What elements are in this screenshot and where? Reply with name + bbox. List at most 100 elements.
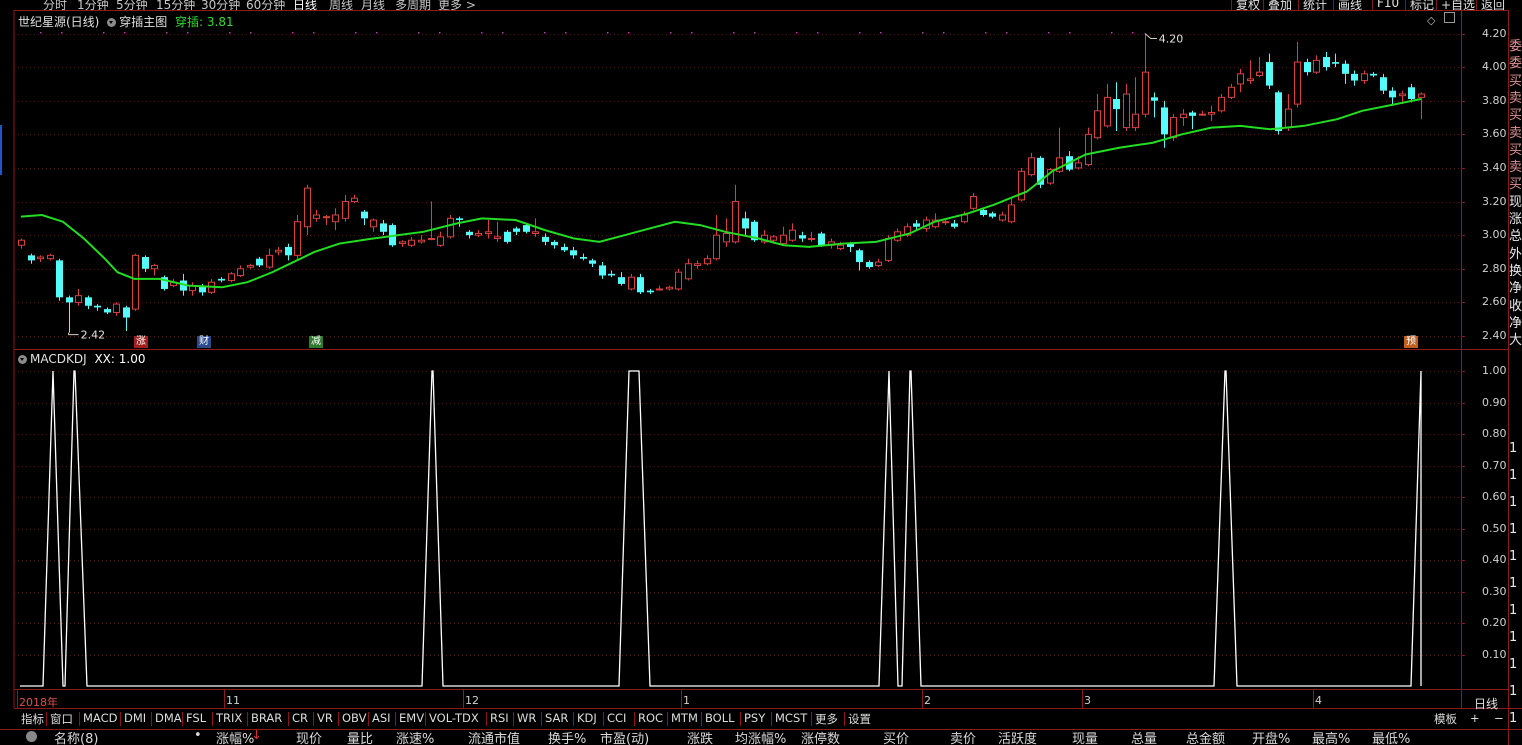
dropdown-icon[interactable]	[18, 355, 27, 364]
column-header-7[interactable]: 换手%	[548, 730, 586, 745]
column-header-18[interactable]: 开盘%	[1252, 730, 1290, 745]
sub-tick-label: 0.10	[1482, 647, 1507, 661]
tab-separator	[288, 712, 289, 726]
indicator-tab-3[interactable]: DMI	[122, 711, 148, 727]
indicator-tab-14[interactable]: RSI	[488, 711, 511, 727]
candle-body-up	[1361, 73, 1368, 82]
indicator-tab-18[interactable]: CCI	[605, 711, 628, 727]
right-quote-panel: 委委买卖买卖买卖买现涨总外换净收净大11111111111	[1509, 10, 1522, 745]
column-header-9[interactable]: 涨跌	[687, 730, 713, 745]
column-header-20[interactable]: 最低%	[1372, 730, 1410, 745]
column-header-15[interactable]: 现量	[1072, 730, 1098, 745]
indicator-tab-6[interactable]: TRIX	[214, 711, 244, 727]
indicator-tab-21[interactable]: BOLL	[703, 711, 737, 727]
candle-body-down	[504, 231, 511, 242]
column-header-0[interactable]: 名称(8)	[54, 730, 98, 745]
indicator-tab-24[interactable]: 更多	[813, 711, 840, 727]
indicator-tab-5[interactable]: FSL	[184, 711, 208, 727]
indicator-tab-11[interactable]: ASI	[370, 711, 393, 727]
candle-body-up	[1142, 71, 1149, 115]
column-header-16[interactable]: 总量	[1131, 730, 1157, 745]
column-header-14[interactable]: 活跃度	[998, 730, 1037, 745]
column-header-6[interactable]: 流通市值	[468, 730, 520, 745]
template-button[interactable]: 模板	[1432, 711, 1459, 727]
indicator-tab-8[interactable]: CR	[290, 711, 310, 727]
candle-body-up	[132, 254, 139, 310]
column-header-2[interactable]: 涨幅%	[216, 730, 254, 745]
sub-indicator-name[interactable]: MACDKDJ	[30, 352, 87, 366]
event-marker[interactable]: 涨	[134, 336, 148, 348]
indicator-tab-bar: 指标 窗口 MACD DMI DMA FSL TRIX BRAR CR VR OBV ASI EMV VO…	[0, 709, 1522, 729]
column-header-17[interactable]: 总金额	[1186, 730, 1225, 745]
candle-body-up	[1008, 204, 1015, 223]
price-tick-label: 3.40	[1482, 160, 1507, 174]
quote-panel-char: 买	[1509, 142, 1522, 158]
column-header-3[interactable]: 现价	[296, 730, 322, 745]
candle-body-up	[313, 214, 320, 219]
sort-down-icon[interactable]: ↓	[251, 730, 262, 743]
indicator-tab-23[interactable]: MCST	[773, 711, 809, 727]
add-template-button[interactable]: +	[1468, 711, 1482, 727]
column-header-11[interactable]: 涨停数	[801, 730, 840, 745]
indicator-tab-13[interactable]: VOL-TDX	[427, 711, 481, 727]
indicator-tab-25[interactable]: 设置	[846, 711, 873, 727]
quote-panel-char: 涨	[1509, 212, 1522, 227]
indicator-tab-20[interactable]: MTM	[669, 711, 700, 727]
dot-marker	[1069, 32, 1071, 34]
column-header-10[interactable]: 均涨幅%	[735, 730, 786, 745]
candle-body-up	[437, 236, 444, 246]
indicator-tab-16[interactable]: SAR	[543, 711, 570, 727]
event-marker[interactable]: 财	[197, 336, 211, 348]
indicator-tab-17[interactable]: KDJ	[575, 711, 599, 727]
quote-panel-char: 买	[1509, 177, 1522, 193]
indicator-tab-12[interactable]: EMV	[397, 711, 426, 727]
indicator-tab-15[interactable]: WR	[515, 711, 538, 727]
dot-marker	[313, 32, 315, 34]
candle-body-down	[104, 309, 111, 313]
candle-body-down	[256, 258, 263, 266]
indicator-tab-10[interactable]: OBV	[340, 711, 368, 727]
price-tick-label: 3.60	[1482, 127, 1507, 141]
column-header-12[interactable]: 买价	[883, 730, 909, 745]
candle-body-up	[628, 276, 635, 290]
indicator-tab-4[interactable]: DMA	[153, 711, 184, 727]
indicator-tab-22[interactable]: PSY	[742, 711, 767, 727]
column-header-5[interactable]: 涨速%	[396, 730, 434, 745]
quote-panel-char: 1	[1509, 657, 1518, 672]
gear-icon[interactable]	[26, 731, 37, 742]
indicator-tab-2[interactable]: MACD	[81, 711, 119, 727]
signal-line	[20, 370, 1422, 687]
column-header-4[interactable]: 量比	[347, 730, 373, 745]
dot-marker	[376, 32, 378, 34]
candle-body-up	[685, 263, 692, 280]
remove-template-button[interactable]: −	[1492, 711, 1506, 727]
maximize-icon[interactable]	[1444, 12, 1455, 23]
quote-panel-char: 1	[1509, 630, 1518, 645]
candle-body-up	[1208, 111, 1215, 115]
indicator-tab-9[interactable]: VR	[315, 711, 335, 727]
tab-separator	[740, 712, 741, 726]
column-header-13[interactable]: 卖价	[950, 730, 976, 745]
indicator-tab-1[interactable]: 窗口	[48, 711, 75, 727]
quote-panel-char: 1	[1509, 603, 1518, 618]
dropdown-icon[interactable]	[107, 18, 117, 27]
dot-marker	[565, 32, 567, 34]
indicator-tab-7[interactable]: BRAR	[249, 711, 284, 727]
event-marker[interactable]: 预	[1404, 336, 1418, 348]
event-marker[interactable]: 减	[309, 336, 323, 348]
sub-tick-label: 0.40	[1482, 553, 1507, 566]
candle-body-up	[808, 238, 815, 241]
column-header-8[interactable]: 市盈(动)	[600, 730, 649, 745]
indicator-tab-19[interactable]: ROC	[636, 711, 665, 727]
price-tick-label: 2.40	[1482, 329, 1507, 342]
indicator-tab-0[interactable]: 指标	[19, 711, 46, 727]
candle-body-down	[599, 265, 606, 276]
date-label: 11	[226, 694, 240, 707]
candle-body-down	[799, 235, 806, 239]
diamond-icon[interactable]: ◇	[1427, 14, 1435, 27]
column-header-1[interactable]: •	[194, 730, 202, 743]
dot-marker	[229, 32, 231, 34]
column-header-19[interactable]: 最高%	[1312, 730, 1350, 745]
tab-separator	[151, 712, 152, 726]
indicator-name[interactable]: 穿插主图	[119, 15, 167, 29]
